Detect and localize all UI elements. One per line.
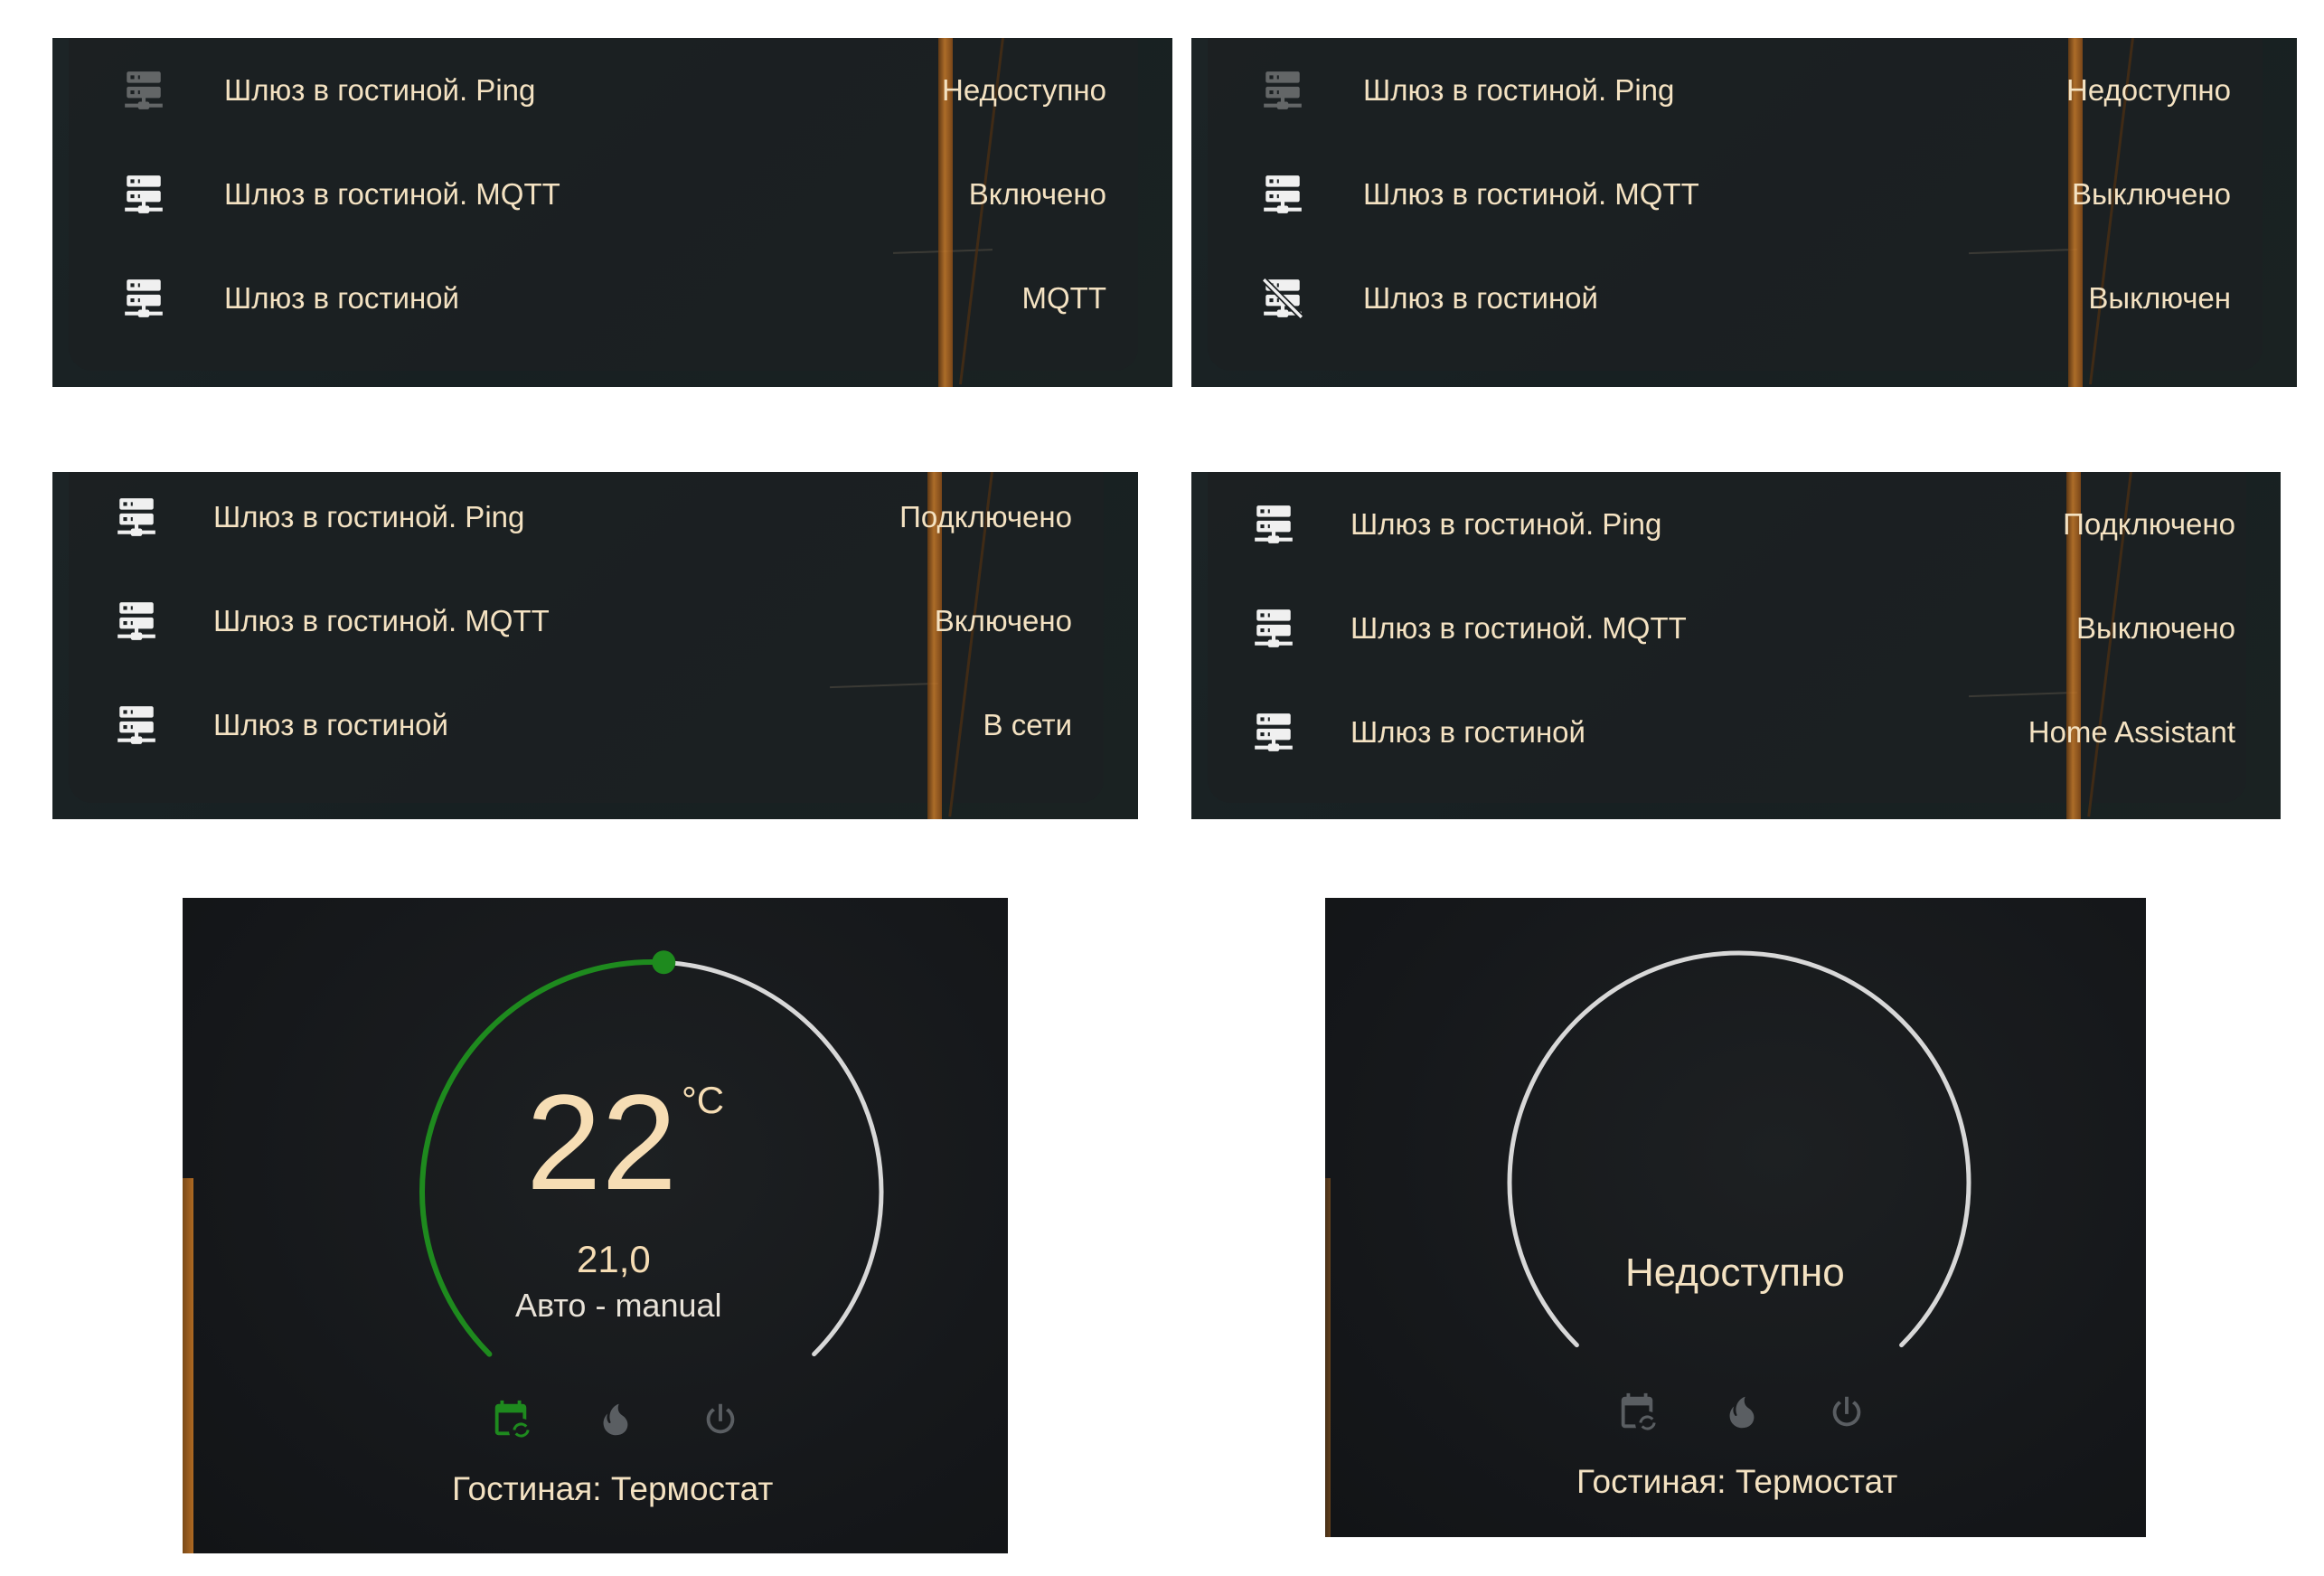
server-network-icon [125, 71, 163, 109]
fire-icon[interactable] [595, 1399, 636, 1440]
server-network-icon [1255, 609, 1293, 647]
entity-name: Шлюз в гостиной [224, 280, 459, 315]
entity-name: Шлюз в гостиной. MQTT [1363, 176, 1699, 211]
entity-row-ping[interactable]: Шлюз в гостиной. Ping Подключено [52, 472, 1138, 562]
server-network-icon [1264, 71, 1302, 109]
fire-icon[interactable] [1721, 1392, 1763, 1433]
server-network-icon [118, 706, 155, 744]
thermostat-name: Гостиная: Термостат [1576, 1463, 1898, 1500]
entity-state: Выключен [2088, 280, 2231, 315]
entity-name: Шлюз в гостиной [213, 708, 448, 741]
entity-row-gateway[interactable]: Шлюз в гостиной Выключен [1191, 246, 2297, 350]
server-network-icon [1255, 713, 1293, 751]
entity-row-mqtt[interactable]: Шлюз в гостиной. MQTT Включено [52, 142, 1172, 246]
power-icon[interactable] [700, 1399, 741, 1440]
entity-name: Шлюз в гостиной. Ping [1363, 72, 1675, 107]
server-network-icon [1255, 505, 1293, 543]
server-network-off-icon [1261, 277, 1304, 319]
server-network-icon [1264, 175, 1302, 213]
thermostat-name: Гостиная: Термостат [452, 1470, 774, 1507]
entity-state: Недоступно [2066, 72, 2231, 107]
thermostat-card-2: Недоступно Гостиная: Термостат [1325, 898, 2146, 1537]
current-temperature: 21,0 [577, 1238, 651, 1280]
entity-row-gateway[interactable]: Шлюз в гостиной MQTT [52, 246, 1172, 350]
entities-panel-4: Шлюз в гостиной. Ping Подключено Шлюз в … [1191, 472, 2281, 819]
server-network-icon [118, 602, 155, 640]
entity-state: Выключено [2076, 611, 2235, 645]
entity-state: В сети [983, 708, 1072, 741]
entities-panel-3: Шлюз в гостиной. Ping Подключено Шлюз в … [52, 472, 1138, 819]
thermostat-card-1: 22 °C 21,0 Авто - manual Гостиная: Термо… [183, 898, 1008, 1553]
entity-row-ping[interactable]: Шлюз в гостиной. Ping Подключено [1191, 479, 2281, 570]
entity-name: Шлюз в гостиной. Ping [224, 72, 536, 107]
power-icon[interactable] [1826, 1392, 1868, 1433]
entity-name: Шлюз в гостиной. MQTT [213, 604, 550, 637]
entity-state: Подключено [899, 500, 1072, 533]
entity-state: Недоступно [942, 72, 1106, 107]
hvac-mode-label: Авто - manual [515, 1287, 722, 1324]
entity-row-ping[interactable]: Шлюз в гостиной. Ping Недоступно [1191, 38, 2297, 142]
thermostat-dial[interactable] [183, 898, 1008, 1553]
entity-state: Выключено [2072, 176, 2231, 211]
entity-name: Шлюз в гостиной [1363, 280, 1598, 315]
dial-handle[interactable] [652, 950, 676, 975]
entity-row-gateway[interactable]: Шлюз в гостиной В сети [52, 680, 1138, 770]
temperature-unit: °C [682, 1079, 725, 1121]
calendar-sync-icon[interactable] [1616, 1392, 1658, 1433]
server-network-icon [118, 498, 155, 536]
entity-row-mqtt[interactable]: Шлюз в гостиной. MQTT Выключено [1191, 583, 2281, 674]
entity-name: Шлюз в гостиной. MQTT [224, 176, 560, 211]
entities-panel-1: Шлюз в гостиной. Ping Недоступно Шлюз в … [52, 38, 1172, 387]
entity-name: Шлюз в гостиной [1350, 715, 1585, 749]
entity-state: MQTT [1021, 280, 1106, 315]
server-network-icon [125, 175, 163, 213]
server-network-icon [125, 278, 163, 317]
entity-state: Включено [934, 604, 1072, 637]
entity-state: Home Assistant [2028, 715, 2235, 749]
entity-row-mqtt[interactable]: Шлюз в гостиной. MQTT Включено [52, 576, 1138, 666]
entities-panel-2: Шлюз в гостиной. Ping Недоступно Шлюз в … [1191, 38, 2297, 387]
entity-row-ping[interactable]: Шлюз в гостиной. Ping Недоступно [52, 38, 1172, 142]
entity-state: Подключено [2063, 507, 2235, 541]
entity-name: Шлюз в гостиной. MQTT [1350, 611, 1687, 645]
entity-row-mqtt[interactable]: Шлюз в гостиной. MQTT Выключено [1191, 142, 2297, 246]
unavailable-status: Недоступно [1625, 1250, 1845, 1295]
entity-row-gateway[interactable]: Шлюз в гостиной Home Assistant [1191, 687, 2281, 778]
entity-name: Шлюз в гостиной. Ping [1350, 507, 1662, 541]
entity-state: Включено [968, 176, 1106, 211]
entity-name: Шлюз в гостиной. Ping [213, 500, 525, 533]
target-temperature: 22 [526, 1066, 677, 1218]
thermostat-dial [1507, 950, 1971, 1348]
calendar-sync-icon[interactable] [490, 1399, 532, 1440]
